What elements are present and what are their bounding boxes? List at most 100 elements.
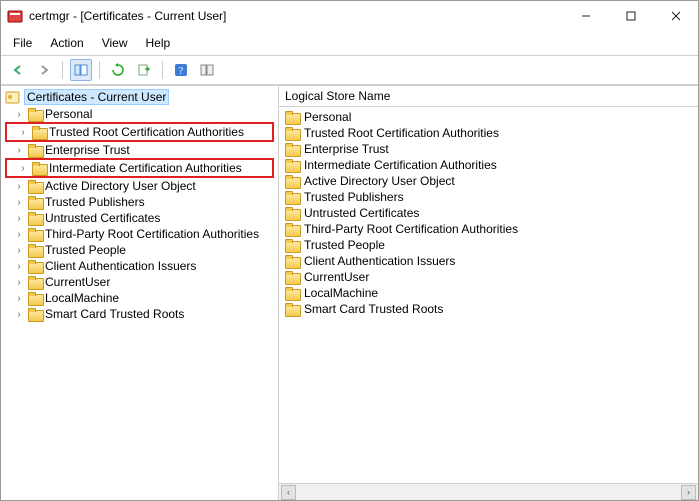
tree-item-label: Active Directory User Object (45, 179, 196, 193)
folder-icon (285, 175, 299, 187)
folder-icon (32, 162, 46, 174)
tree-item-label: Personal (45, 107, 92, 121)
expand-icon[interactable]: › (13, 213, 25, 224)
tree-item-label: Smart Card Trusted Roots (45, 307, 184, 321)
tree-item[interactable]: ›Untrusted Certificates (3, 210, 276, 226)
list-body[interactable]: Personal Trusted Root Certification Autho… (279, 107, 698, 483)
tree-item[interactable]: ›Trusted Publishers (3, 194, 276, 210)
tree-item[interactable]: › Smart Card Trusted Roots (3, 306, 276, 322)
menu-view[interactable]: View (94, 33, 136, 53)
refresh-button[interactable] (107, 59, 129, 81)
list-item[interactable]: Smart Card Trusted Roots (283, 301, 694, 317)
tree-item[interactable]: ›Client Authentication Issuers (3, 258, 276, 274)
certificate-store-icon (5, 90, 20, 104)
tree-item[interactable]: ›CurrentUser (3, 274, 276, 290)
list-item[interactable]: Untrusted Certificates (283, 205, 694, 221)
app-icon (7, 8, 23, 24)
tree-panel[interactable]: Certificates - Current User ›Personal›Tr… (1, 86, 279, 500)
list-item-label: Intermediate Certification Authorities (304, 158, 497, 172)
expand-icon[interactable]: › (13, 181, 25, 192)
list-column-header[interactable]: Logical Store Name (279, 86, 698, 107)
expand-icon[interactable]: › (13, 277, 25, 288)
scroll-right-button[interactable]: › (681, 485, 696, 500)
list-item[interactable]: Personal (283, 109, 694, 125)
list-item-label: Client Authentication Issuers (304, 254, 455, 268)
tree-item[interactable]: › Personal (3, 106, 276, 122)
forward-button[interactable] (33, 59, 55, 81)
minimize-button[interactable] (563, 2, 608, 30)
menu-bar: File Action View Help (1, 31, 698, 56)
list-item-label: Trusted Publishers (304, 190, 404, 204)
tree-item-label: LocalMachine (45, 291, 119, 305)
list-item[interactable]: LocalMachine (283, 285, 694, 301)
tree-item-label: Intermediate Certification Authorities (49, 161, 242, 175)
expand-icon[interactable]: › (13, 261, 25, 272)
tree-item[interactable]: › Intermediate Certification Authorities (5, 158, 274, 178)
tree-item[interactable]: › Trusted Root Certification Authorities (5, 122, 274, 142)
tree-item-label: Trusted People (45, 243, 126, 257)
list-item-label: Personal (304, 110, 351, 124)
content-area: Certificates - Current User ›Personal›Tr… (1, 85, 698, 500)
tree-item[interactable]: › Active Directory User Object (3, 178, 276, 194)
list-item-label: LocalMachine (304, 286, 378, 300)
tree-root-label: Certificates - Current User (24, 89, 169, 105)
menu-help[interactable]: Help (138, 33, 179, 53)
horizontal-scrollbar[interactable]: ‹ › (279, 483, 698, 500)
list-item[interactable]: Trusted People (283, 237, 694, 253)
folder-icon (28, 108, 42, 120)
menu-file[interactable]: File (5, 33, 40, 53)
toolbar-separator (99, 61, 100, 79)
list-item[interactable]: Trusted Root Certification Authorities (283, 125, 694, 141)
folder-icon (285, 191, 299, 203)
tree-item-label: Trusted Root Certification Authorities (49, 125, 244, 139)
folder-icon (28, 260, 42, 272)
expand-icon[interactable]: › (13, 309, 25, 320)
list-item[interactable]: Third-Party Root Certification Authoriti… (283, 221, 694, 237)
help-button[interactable]: ? (170, 59, 192, 81)
list-item[interactable]: Client Authentication Issuers (283, 253, 694, 269)
expand-icon[interactable]: › (13, 293, 25, 304)
tree-item[interactable]: › Trusted People (3, 242, 276, 258)
tree-item[interactable]: ›Enterprise Trust (3, 142, 276, 158)
toolbar-separator (162, 61, 163, 79)
properties-button[interactable] (196, 59, 218, 81)
tree-item[interactable]: › LocalMachine (3, 290, 276, 306)
expand-icon[interactable]: › (13, 109, 25, 120)
expand-icon[interactable]: › (13, 197, 25, 208)
list-item[interactable]: Active Directory User Object (283, 173, 694, 189)
back-button[interactable] (7, 59, 29, 81)
folder-icon (28, 308, 42, 320)
folder-icon (285, 255, 299, 267)
folders-view-button[interactable] (70, 59, 92, 81)
list-item-label: Trusted People (304, 238, 385, 252)
export-button[interactable] (133, 59, 155, 81)
tree-root[interactable]: Certificates - Current User (3, 88, 276, 106)
maximize-button[interactable] (608, 2, 653, 30)
expand-icon[interactable]: › (13, 145, 25, 156)
expand-icon[interactable]: › (17, 163, 29, 174)
folder-icon (28, 276, 42, 288)
folder-icon (285, 111, 299, 123)
close-button[interactable] (653, 2, 698, 30)
folder-icon (28, 180, 42, 192)
scroll-left-button[interactable]: ‹ (281, 485, 296, 500)
expand-icon[interactable]: › (13, 229, 25, 240)
tree-item[interactable]: ›Third-Party Root Certification Authorit… (3, 226, 276, 242)
window-title: certmgr - [Certificates - Current User] (29, 9, 226, 23)
list-panel: Logical Store Name Personal Trusted Root … (279, 86, 698, 500)
folder-icon (28, 212, 42, 224)
list-item-label: Active Directory User Object (304, 174, 455, 188)
list-item[interactable]: Enterprise Trust (283, 141, 694, 157)
list-item[interactable]: CurrentUser (283, 269, 694, 285)
expand-icon[interactable]: › (17, 127, 29, 138)
menu-action[interactable]: Action (42, 33, 91, 53)
list-item-label: Trusted Root Certification Authorities (304, 126, 499, 140)
list-item-label: Untrusted Certificates (304, 206, 419, 220)
svg-text:?: ? (179, 66, 184, 77)
title-bar: certmgr - [Certificates - Current User] (1, 1, 698, 31)
folder-icon (285, 287, 299, 299)
expand-icon[interactable]: › (13, 245, 25, 256)
folder-icon (285, 159, 299, 171)
list-item[interactable]: Intermediate Certification Authorities (283, 157, 694, 173)
list-item[interactable]: Trusted Publishers (283, 189, 694, 205)
